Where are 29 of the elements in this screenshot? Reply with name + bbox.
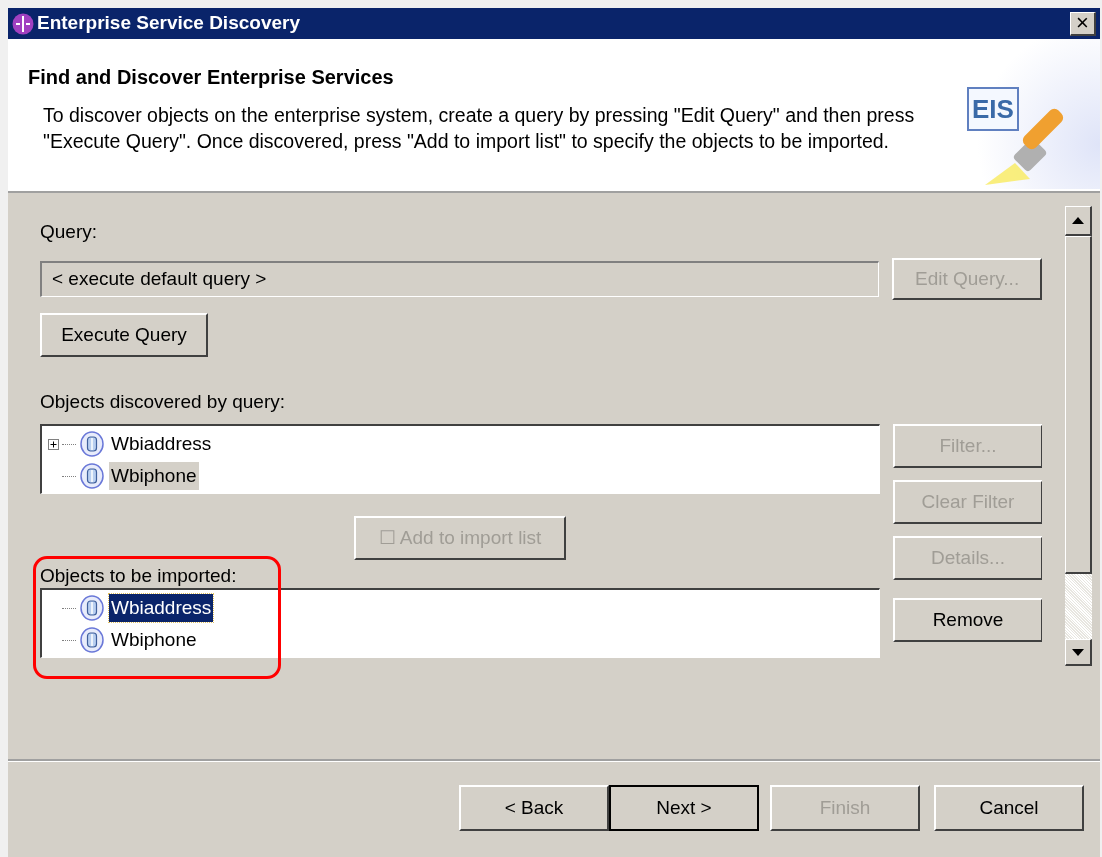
tree-item[interactable]: Wbiaddress xyxy=(109,430,214,458)
tree-item[interactable]: Wbiaddress xyxy=(109,594,214,622)
query-label: Query: xyxy=(40,220,99,244)
scroll-up-icon[interactable] xyxy=(1072,217,1084,224)
page-title: Find and Discover Enterprise Services xyxy=(28,65,395,90)
scroll-down-icon[interactable] xyxy=(1072,648,1084,656)
tree-item[interactable]: Wbiphone xyxy=(109,626,199,654)
database-icon xyxy=(80,463,104,489)
tree-item[interactable]: Wbiphone xyxy=(109,462,199,490)
tree-list[interactable]: Wbiaddress Wbiphone xyxy=(40,424,880,494)
database-icon xyxy=(80,627,104,653)
tree-list[interactable]: Wbiaddress Wbiphone xyxy=(40,588,880,658)
discovered-label: Objects discovered by query: xyxy=(40,390,286,414)
database-icon xyxy=(80,595,104,621)
wizard-button[interactable]: Cancel xyxy=(934,785,1084,831)
scroll-thumb[interactable] xyxy=(1065,236,1092,574)
app-icon xyxy=(12,12,34,35)
query-field: < execute default query > xyxy=(40,261,880,297)
database-icon xyxy=(80,431,104,457)
scrollbar[interactable] xyxy=(1065,206,1092,666)
close-button[interactable]: × xyxy=(1070,11,1096,36)
execute-query-button[interactable]: Execute Query xyxy=(40,313,208,357)
window-title: Enterprise Service Discovery xyxy=(37,11,301,36)
expand-icon[interactable] xyxy=(48,439,59,450)
remove-button[interactable]: Remove xyxy=(893,598,1042,642)
to-import-label: Objects to be imported: xyxy=(40,564,238,588)
wizard-button[interactable]: < Back xyxy=(459,785,609,831)
wizard-button[interactable]: Next > xyxy=(609,785,759,831)
page-description: To discover objects on the enterprise system, create a query by pressing "Edit Query" and then press "Execute Query". Once discovered, press "Add to import list" to specify the objects to be imported. xyxy=(43,103,916,154)
